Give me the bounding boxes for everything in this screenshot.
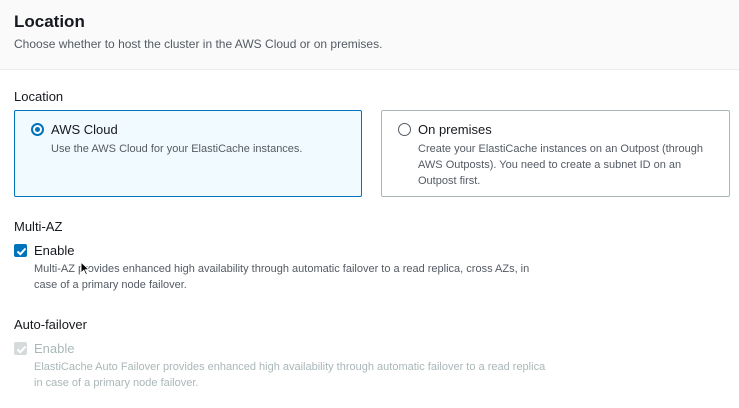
multi-az-checkbox[interactable] xyxy=(14,244,27,257)
location-label: Location xyxy=(14,89,64,104)
multi-az-description: Multi-AZ provides enhanced high availabi… xyxy=(34,263,530,291)
aws-cloud-title: AWS Cloud xyxy=(51,122,118,137)
section-description: Choose whether to host the cluster in th… xyxy=(14,37,383,51)
section-header: Location Choose whether to host the clus… xyxy=(0,0,739,70)
aws-cloud-description: Use the AWS Cloud for your ElastiCache i… xyxy=(51,143,303,155)
check-icon xyxy=(16,345,27,354)
radio-aws-cloud[interactable] xyxy=(31,123,44,136)
location-option-on-premises[interactable]: On premises Create your ElastiCache inst… xyxy=(381,110,730,197)
auto-failover-description: ElastiCache Auto Failover provides enhan… xyxy=(34,361,546,389)
auto-failover-checkbox[interactable] xyxy=(14,342,27,355)
location-option-aws-cloud[interactable]: AWS Cloud Use the AWS Cloud for your Ela… xyxy=(14,110,362,197)
auto-failover-enable-label: Enable xyxy=(34,341,75,356)
mouse-cursor-icon xyxy=(80,261,90,276)
check-icon xyxy=(16,247,27,256)
section-title: Location xyxy=(14,12,85,31)
multi-az-label: Multi-AZ xyxy=(14,219,63,234)
on-premises-description: Create your ElastiCache instances on an … xyxy=(418,143,703,187)
multi-az-enable-label[interactable]: Enable xyxy=(34,243,74,258)
auto-failover-label: Auto-failover xyxy=(14,317,87,332)
radio-on-premises[interactable] xyxy=(398,123,411,136)
on-premises-title: On premises xyxy=(418,122,492,137)
